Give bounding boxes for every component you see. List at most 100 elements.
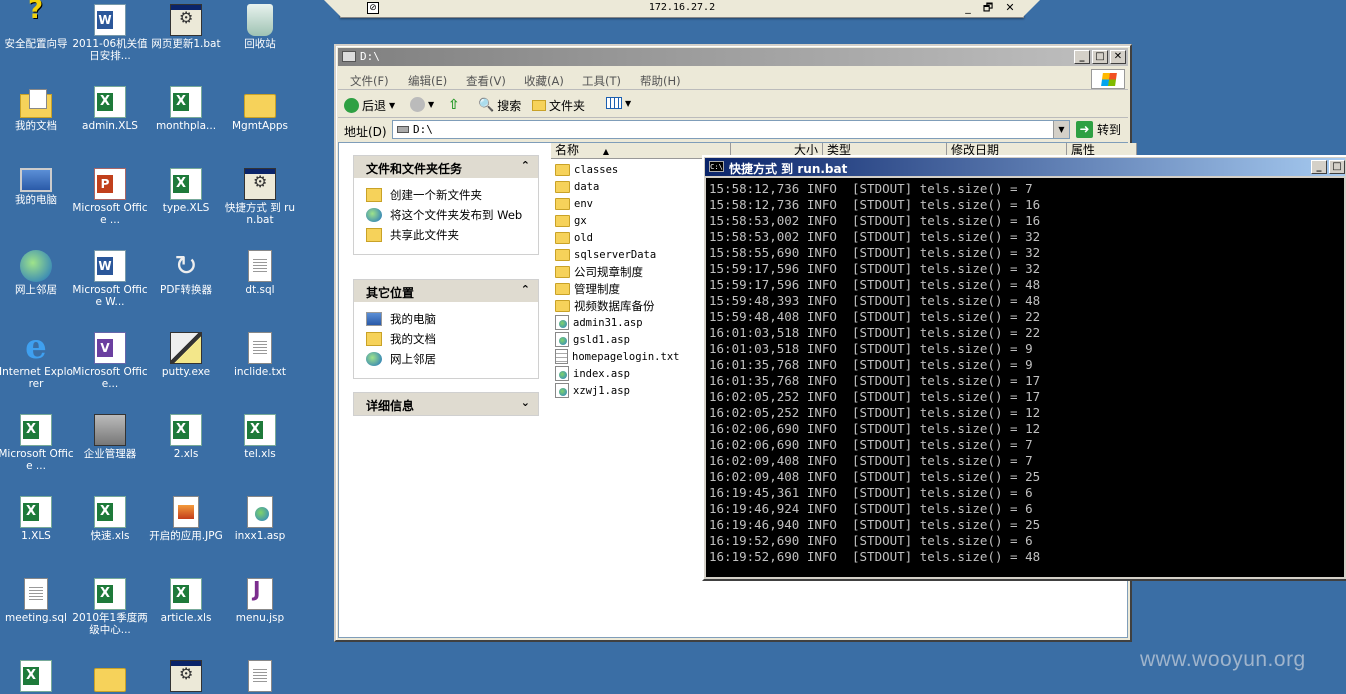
- desktop-icon[interactable]: 安全配置向导: [0, 4, 74, 50]
- folder-icon: [555, 214, 570, 227]
- desktop-icon[interactable]: 回收站: [222, 4, 298, 50]
- desktop-icon[interactable]: admin.XLS: [72, 86, 148, 132]
- menu-tools[interactable]: 工具(T): [582, 73, 621, 89]
- desktop-icon[interactable]: 我的文档: [0, 86, 74, 132]
- back-dropdown-icon[interactable]: ▼: [389, 101, 395, 110]
- file-row[interactable]: 管理制度: [555, 280, 620, 297]
- desktop-icon-label: Microsoft Office W...: [72, 284, 148, 308]
- place-my-computer[interactable]: 我的电脑: [354, 312, 538, 326]
- desktop-icon[interactable]: monthpla...: [148, 86, 224, 132]
- forward-dropdown-icon[interactable]: ▼: [428, 100, 434, 109]
- console-titlebar[interactable]: C:\ 快捷方式 到 run.bat _ □: [705, 158, 1345, 176]
- file-row[interactable]: homepagelogin.txt: [555, 348, 679, 365]
- views-button[interactable]: ▼: [606, 97, 631, 109]
- console-line: 15:58:12,736 INFO [STDOUT] tels.size() =…: [709, 181, 1033, 196]
- desktop-icon[interactable]: 企业管理器: [72, 414, 148, 460]
- address-input[interactable]: D:\ ▼: [392, 120, 1070, 139]
- file-row[interactable]: index.asp: [555, 365, 630, 382]
- file-row[interactable]: gx: [555, 212, 587, 229]
- forward-button[interactable]: ▼: [410, 97, 434, 112]
- desktop-icon[interactable]: 2.xls: [148, 414, 224, 460]
- desktop-icon[interactable]: inxx1.asp: [222, 496, 298, 542]
- file-tasks-header[interactable]: 文件和文件夹任务 ⌃: [354, 156, 538, 178]
- expand-icon[interactable]: ⌄: [521, 396, 530, 409]
- console-line: 16:02:06,690 INFO [STDOUT] tels.size() =…: [709, 421, 1041, 436]
- desktop-icon-label: MgmtApps: [231, 120, 289, 132]
- folder-icon: [555, 180, 570, 193]
- file-row[interactable]: data: [555, 178, 599, 195]
- desktop-icon[interactable]: 快捷方式 到 run.bat: [222, 168, 298, 226]
- file-row[interactable]: admin31.asp: [555, 314, 643, 331]
- desktop-icon[interactable]: 2011-06机关值日安排...: [72, 4, 148, 62]
- task-share-folder[interactable]: 共享此文件夹: [354, 228, 538, 242]
- desktop-icon[interactable]: Internet Explorer: [0, 332, 74, 390]
- menu-help[interactable]: 帮助(H): [640, 73, 681, 89]
- excel-file-icon: [94, 86, 126, 118]
- up-folder-button[interactable]: ⇧: [448, 97, 460, 113]
- desktop-icon[interactable]: dt.sql: [222, 250, 298, 296]
- console-maximize-button[interactable]: □: [1329, 160, 1345, 174]
- file-row[interactable]: gsld1.asp: [555, 331, 630, 348]
- file-row[interactable]: env: [555, 195, 593, 212]
- desktop-icon[interactable]: article.xls: [148, 578, 224, 624]
- console-output[interactable]: 15:58:12,736 INFO [STDOUT] tels.size() =…: [706, 178, 1344, 577]
- go-button[interactable]: ➜ 转到: [1076, 121, 1121, 138]
- console-window[interactable]: C:\ 快捷方式 到 run.bat _ □ 15:58:12,736 INFO…: [702, 155, 1346, 581]
- console-minimize-button[interactable]: _: [1311, 160, 1327, 174]
- menu-file[interactable]: 文件(F): [350, 73, 389, 89]
- desktop-icon[interactable]: Microsoft Office W...: [72, 250, 148, 308]
- desktop-icon[interactable]: meeting.sql: [0, 578, 74, 624]
- other-places-panel: 其它位置 ⌃ 我的电脑 我的文档 网上邻居: [353, 279, 539, 379]
- desktop-icon[interactable]: menu.jsp: [222, 578, 298, 624]
- desktop-icon-label: menu.jsp: [235, 612, 285, 624]
- task-new-folder[interactable]: 创建一个新文件夹: [354, 188, 538, 202]
- desktop-icon[interactable]: 1.XLS: [0, 496, 74, 542]
- desktop-icon[interactable]: 开启的应用.JPG: [148, 496, 224, 542]
- desktop-icon[interactable]: PDF转换器: [148, 250, 224, 296]
- desktop-icon[interactable]: Microsoft Office ...: [0, 414, 74, 472]
- desktop-icon[interactable]: Microsoft Office ...: [72, 168, 148, 226]
- file-row[interactable]: classes: [555, 161, 618, 178]
- place-network[interactable]: 网上邻居: [354, 352, 538, 366]
- desktop-icon[interactable]: 网页更新1.bat: [148, 4, 224, 50]
- details-header[interactable]: 详细信息 ⌄: [354, 393, 538, 415]
- desktop-icon[interactable]: type.XLS: [148, 168, 224, 214]
- desktop-icon[interactable]: 快速.xls: [72, 496, 148, 542]
- minimize-button[interactable]: _: [1074, 50, 1090, 64]
- file-row[interactable]: 视频数据库备份: [555, 297, 655, 314]
- console-line: 15:58:53,002 INFO [STDOUT] tels.size() =…: [709, 229, 1041, 244]
- rdp-minimize-button[interactable]: _: [961, 1, 975, 15]
- file-row[interactable]: sqlserverData: [555, 246, 656, 263]
- desktop-icon[interactable]: 我的电脑: [0, 168, 74, 206]
- search-button[interactable]: 🔍 搜索: [478, 97, 521, 114]
- file-row[interactable]: old: [555, 229, 593, 246]
- desktop-icon[interactable]: putty.exe: [148, 332, 224, 378]
- collapse-icon[interactable]: ⌃: [521, 159, 530, 172]
- file-row[interactable]: 公司规章制度: [555, 263, 643, 280]
- collapse-icon[interactable]: ⌃: [521, 283, 530, 296]
- rdp-close-button[interactable]: ✕: [1003, 1, 1017, 15]
- desktop-icon[interactable]: MgmtApps: [222, 86, 298, 132]
- place-my-documents[interactable]: 我的文档: [354, 332, 538, 346]
- task-publish-web[interactable]: 将这个文件夹发布到 Web: [354, 208, 538, 222]
- file-row[interactable]: xzwj1.asp: [555, 382, 630, 399]
- menu-view[interactable]: 查看(V): [466, 73, 506, 89]
- internet-explorer-icon: [20, 332, 52, 364]
- rdp-restore-button[interactable]: 🗗: [981, 1, 995, 15]
- address-dropdown-icon[interactable]: ▼: [1053, 121, 1069, 138]
- close-button[interactable]: ✕: [1110, 50, 1126, 64]
- back-button[interactable]: 后退 ▼: [344, 97, 395, 114]
- explorer-titlebar[interactable]: D:\ _ □ ✕: [338, 48, 1128, 66]
- menu-edit[interactable]: 编辑(E): [408, 73, 447, 89]
- batch-file-icon: [170, 4, 202, 36]
- desktop-icon[interactable]: inclide.txt: [222, 332, 298, 378]
- desktop-icon[interactable]: 网上邻居: [0, 250, 74, 296]
- other-places-header[interactable]: 其它位置 ⌃: [354, 280, 538, 302]
- maximize-button[interactable]: □: [1092, 50, 1108, 64]
- menu-favorites[interactable]: 收藏(A): [524, 73, 564, 89]
- desktop-icon[interactable]: tel.xls: [222, 414, 298, 460]
- folders-button[interactable]: 文件夹: [532, 97, 585, 114]
- desktop-icon[interactable]: Microsoft Office...: [72, 332, 148, 390]
- views-dropdown-icon[interactable]: ▼: [625, 99, 631, 108]
- desktop-icon[interactable]: 2010年1季度两级中心...: [72, 578, 148, 636]
